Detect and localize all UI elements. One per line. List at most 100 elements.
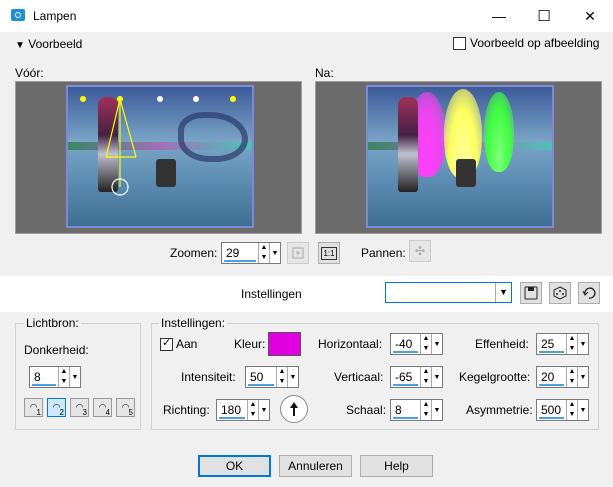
cone-value[interactable]: 20 — [537, 367, 566, 387]
chevron-down-icon: ▼ — [15, 40, 25, 51]
spin-arrows[interactable]: ▲ ▼ — [420, 367, 431, 387]
spin-arrows[interactable]: ▲ ▼ — [420, 334, 431, 354]
spin-up-icon[interactable]: ▲ — [567, 334, 577, 344]
before-preview[interactable] — [15, 81, 302, 234]
spin-arrows[interactable]: ▲ ▼ — [276, 367, 287, 387]
spin-down-icon[interactable]: ▼ — [421, 410, 431, 420]
horizontal-spinner[interactable]: -40 ▲ ▼ ▼ — [390, 333, 443, 355]
dropdown-arrow-icon[interactable]: ▼ — [431, 400, 442, 420]
light-2-button[interactable]: ◠ 2 — [47, 398, 66, 417]
dropdown-arrow-icon[interactable]: ▼ — [577, 367, 588, 387]
spin-arrows[interactable]: ▲ ▼ — [566, 367, 577, 387]
preview-toggle[interactable]: ▼ Voorbeeld — [15, 37, 82, 51]
random-preset-button[interactable] — [549, 282, 571, 304]
direction-spinner[interactable]: 180 ▲ ▼ ▼ — [216, 399, 270, 421]
ok-button[interactable]: OK — [198, 455, 271, 477]
light-4-button[interactable]: ◠ 4 — [93, 398, 112, 417]
spin-up-icon[interactable]: ▲ — [567, 367, 577, 377]
zoom-spinner[interactable]: 29 ▲ ▼ ▼ — [221, 242, 281, 264]
minimize-button[interactable]: — — [476, 0, 522, 32]
pan-icon: ✣ — [414, 244, 426, 258]
on-checkbox[interactable]: ✓ Aan — [160, 337, 197, 351]
spin-down-icon[interactable]: ▼ — [421, 344, 431, 354]
checkbox-box[interactable] — [453, 36, 466, 50]
reset-preset-button[interactable] — [578, 282, 600, 304]
spin-arrows[interactable]: ▲ ▼ — [420, 400, 431, 420]
help-button[interactable]: Help — [360, 455, 433, 477]
softness-label: Effenheid: — [475, 337, 529, 351]
save-icon — [524, 286, 538, 300]
zoom-value[interactable]: 29 — [222, 243, 258, 263]
dropdown-arrow-icon[interactable]: ▼ — [431, 334, 442, 354]
scale-value[interactable]: 8 — [391, 400, 420, 420]
vertical-value[interactable]: -65 — [391, 367, 420, 387]
dropdown-arrow-icon[interactable]: ▼ — [287, 367, 298, 387]
direction-arrow-icon — [290, 402, 298, 416]
light-5-button[interactable]: ◠ 5 — [116, 398, 135, 417]
checkbox-box[interactable]: ✓ — [160, 336, 173, 351]
softness-spinner[interactable]: 25 ▲ ▼ ▼ — [536, 333, 589, 355]
close-button[interactable]: ✕ — [567, 0, 613, 32]
spin-down-icon[interactable]: ▼ — [59, 377, 69, 387]
asymmetry-value[interactable]: 500 — [537, 400, 566, 420]
before-image — [66, 85, 254, 228]
spin-down-icon[interactable]: ▼ — [277, 377, 287, 387]
darkness-spinner[interactable]: 8 ▲ ▼ ▼ — [29, 366, 81, 388]
spin-arrows[interactable]: ▲ ▼ — [58, 367, 69, 387]
spin-up-icon[interactable]: ▲ — [567, 400, 577, 410]
chevron-down-icon[interactable]: ▼ — [495, 283, 511, 302]
horizontal-value[interactable]: -40 — [391, 334, 420, 354]
pan-button[interactable]: ✣ — [409, 240, 431, 262]
cone-spinner[interactable]: 20 ▲ ▼ ▼ — [536, 366, 589, 388]
spin-arrows[interactable]: ▲ ▼ — [258, 243, 269, 263]
zoom-actual-button[interactable]: 1:1 — [318, 242, 340, 264]
spin-down-icon[interactable]: ▼ — [567, 410, 577, 420]
spin-up-icon[interactable]: ▲ — [248, 400, 258, 410]
intensity-value[interactable]: 50 — [246, 367, 276, 387]
spin-arrows[interactable]: ▲ ▼ — [566, 334, 577, 354]
dropdown-arrow-icon[interactable]: ▼ — [258, 400, 269, 420]
cancel-button[interactable]: Annuleren — [279, 455, 352, 477]
scale-spinner[interactable]: 8 ▲ ▼ ▼ — [390, 399, 443, 421]
spin-down-icon[interactable]: ▼ — [248, 410, 258, 420]
color-label: Kleur: — [234, 337, 266, 351]
spin-down-icon[interactable]: ▼ — [421, 377, 431, 387]
asymmetry-spinner[interactable]: 500 ▲ ▼ ▼ — [536, 399, 589, 421]
dropdown-arrow-icon[interactable]: ▼ — [269, 243, 280, 263]
direction-dial[interactable] — [280, 395, 308, 423]
dropdown-arrow-icon[interactable]: ▼ — [431, 367, 442, 387]
preview-on-image-checkbox[interactable]: Voorbeeld op afbeelding — [453, 36, 599, 50]
spin-arrows[interactable]: ▲ ▼ — [566, 400, 577, 420]
spin-up-icon[interactable]: ▲ — [421, 334, 431, 344]
darkness-label: Donkerheid: — [24, 343, 89, 357]
darkness-value[interactable]: 8 — [30, 367, 58, 387]
intensity-spinner[interactable]: 50 ▲ ▼ ▼ — [245, 366, 299, 388]
dropdown-arrow-icon[interactable]: ▼ — [577, 334, 588, 354]
spin-arrows[interactable]: ▲ ▼ — [247, 400, 258, 420]
spin-up-icon[interactable]: ▲ — [259, 243, 269, 253]
spin-down-icon[interactable]: ▼ — [567, 344, 577, 354]
spin-up-icon[interactable]: ▲ — [421, 400, 431, 410]
light-3-button[interactable]: ◠ 3 — [70, 398, 89, 417]
light-1-button[interactable]: ◠ 1 — [24, 398, 43, 417]
spin-up-icon[interactable]: ▲ — [59, 367, 69, 377]
horizontal-label: Horizontaal: — [318, 337, 383, 351]
preset-dropdown[interactable]: ▼ — [385, 282, 512, 303]
spin-up-icon[interactable]: ▲ — [421, 367, 431, 377]
after-preview[interactable] — [315, 81, 602, 234]
spin-down-icon[interactable]: ▼ — [567, 377, 577, 387]
save-preset-button[interactable] — [520, 282, 542, 304]
softness-value[interactable]: 25 — [537, 334, 566, 354]
scale-label: Schaal: — [346, 403, 387, 417]
checkmark-icon: ✓ — [162, 336, 172, 349]
spin-down-icon[interactable]: ▼ — [259, 253, 269, 263]
pan-label: Pannen: — [361, 246, 406, 260]
maximize-button[interactable]: ☐ — [521, 0, 567, 32]
dropdown-arrow-icon[interactable]: ▼ — [69, 367, 80, 387]
color-swatch[interactable] — [268, 332, 301, 356]
spin-up-icon[interactable]: ▲ — [277, 367, 287, 377]
dropdown-arrow-icon[interactable]: ▼ — [577, 400, 588, 420]
direction-value[interactable]: 180 — [217, 400, 247, 420]
zoom-fit-button[interactable] — [287, 242, 309, 264]
vertical-spinner[interactable]: -65 ▲ ▼ ▼ — [390, 366, 443, 388]
